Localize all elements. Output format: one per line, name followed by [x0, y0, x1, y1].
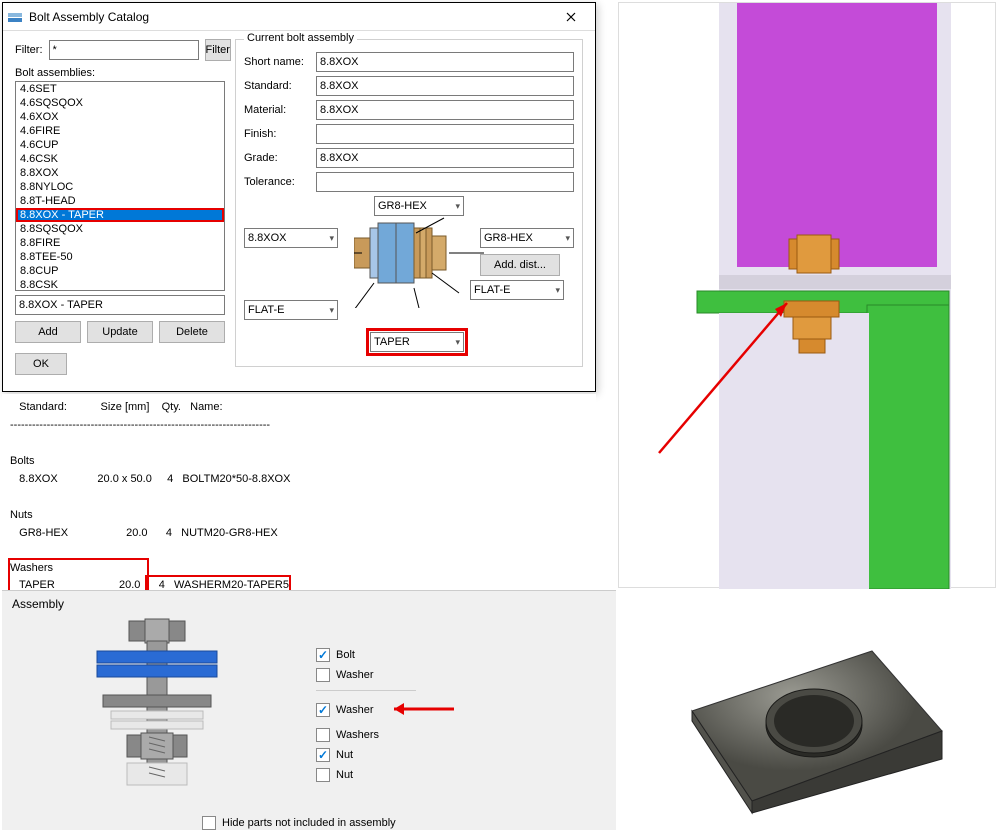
current-bolt-assembly-group: Current bolt assembly Short name: Standa…: [235, 39, 583, 367]
bolt-schematic-icon: [12, 617, 302, 812]
dialog-title: Bolt Assembly Catalog: [29, 10, 551, 24]
close-button[interactable]: [551, 4, 591, 30]
update-button[interactable]: Update: [87, 321, 153, 343]
standard-label: Standard:: [244, 80, 316, 92]
list-item[interactable]: 4.6CUP: [16, 138, 224, 152]
bolt-diagram-icon: [354, 208, 484, 308]
hide-parts-label: Hide parts not included in assembly: [222, 817, 396, 829]
right-washer-combo[interactable]: FLAT-E▾: [470, 280, 564, 300]
assemblies-label: Bolt assemblies:: [15, 67, 225, 79]
list-item[interactable]: 4.6SET: [16, 82, 224, 96]
finish-label: Finish:: [244, 128, 316, 140]
assembly-item-label: Nut: [336, 769, 353, 781]
titlebar: Bolt Assembly Catalog: [3, 3, 595, 31]
material-label: Material:: [244, 104, 316, 116]
grade-input[interactable]: [316, 148, 574, 168]
list-item[interactable]: 8.8XOX: [16, 166, 224, 180]
chevron-down-icon: ▾: [565, 233, 570, 244]
tolerance-label: Tolerance:: [244, 176, 316, 188]
assembly-panel: Assembly: [2, 590, 616, 830]
groupbox-title: Current bolt assembly: [244, 32, 357, 44]
right-nut-combo[interactable]: GR8-HEX▾: [480, 228, 574, 248]
delete-button[interactable]: Delete: [159, 321, 225, 343]
close-icon: [566, 12, 576, 22]
material-input[interactable]: [316, 100, 574, 120]
assembly-check-row: Bolt: [316, 648, 456, 662]
assembly-checkbox[interactable]: [316, 748, 330, 762]
assembly-check-row: Nut: [316, 748, 456, 762]
short-name-input[interactable]: [316, 52, 574, 72]
assembly-checkbox[interactable]: [316, 648, 330, 662]
chevron-down-icon: ▾: [455, 337, 460, 348]
chevron-down-icon: ▾: [329, 233, 334, 244]
red-arrow-icon: [380, 699, 456, 722]
left-washer-combo[interactable]: FLAT-E▾: [244, 300, 338, 320]
ok-button[interactable]: OK: [15, 353, 67, 375]
assembly-item-label: Washer: [336, 669, 374, 681]
finish-input[interactable]: [316, 124, 574, 144]
list-item[interactable]: 8.8CSK: [16, 278, 224, 291]
taper-washer-image: [618, 592, 996, 830]
assembly-check-row: Washer: [316, 699, 456, 722]
assembly-item-label: Nut: [336, 749, 353, 761]
list-item[interactable]: 4.6SQSQOX: [16, 96, 224, 110]
standard-input[interactable]: [316, 76, 574, 96]
app-icon: [7, 9, 23, 25]
list-item[interactable]: 4.6FIRE: [16, 124, 224, 138]
list-item[interactable]: 8.8NYLOC: [16, 180, 224, 194]
filter-input[interactable]: [49, 40, 199, 60]
taper-washer-combo[interactable]: TAPER▾: [370, 332, 464, 352]
list-item[interactable]: 8.8T-HEAD: [16, 194, 224, 208]
list-item[interactable]: 8.8SQSQOX: [16, 222, 224, 236]
add-dist-button[interactable]: Add. dist...: [480, 254, 560, 276]
assemblies-listbox[interactable]: 4.6SET4.6SQSQOX4.6XOX4.6FIRE4.6CUP4.6CSK…: [15, 81, 225, 291]
list-item[interactable]: 8.8CUP: [16, 264, 224, 278]
list-item[interactable]: 8.8FIRE: [16, 236, 224, 250]
chevron-down-icon: ▾: [555, 285, 560, 296]
list-item[interactable]: 8.8TEE-50: [16, 250, 224, 264]
assembly-check-row: Washers: [316, 728, 456, 742]
assembly-item-label: Washer: [336, 704, 374, 716]
tolerance-input[interactable]: [316, 172, 574, 192]
assembly-checkbox[interactable]: [316, 728, 330, 742]
hide-parts-checkbox[interactable]: [202, 816, 216, 830]
assembly-checkbox[interactable]: [316, 668, 330, 682]
model-viewport[interactable]: [618, 2, 996, 588]
grade-label: Grade:: [244, 152, 316, 164]
assembly-check-row: Washer: [316, 668, 456, 682]
list-item[interactable]: 4.6XOX: [16, 110, 224, 124]
assembly-item-label: Washers: [336, 729, 379, 741]
assembly-item-label: Bolt: [336, 649, 355, 661]
list-item[interactable]: 8.8XOX - TAPER: [16, 208, 224, 222]
chevron-down-icon: ▾: [329, 305, 334, 316]
short-name-label: Short name:: [244, 56, 316, 68]
assembly-check-row: Nut: [316, 768, 456, 782]
bolt-assembly-catalog-dialog: Bolt Assembly Catalog Filter: Filter Bol…: [2, 2, 596, 392]
add-button[interactable]: Add: [15, 321, 81, 343]
selected-assembly-input[interactable]: [15, 295, 225, 315]
filter-button[interactable]: Filter: [205, 39, 231, 61]
bolt-type-combo[interactable]: 8.8XOX▾: [244, 228, 338, 248]
assembly-checkbox[interactable]: [316, 768, 330, 782]
washers-title-highlight: Washers TAPER 20.0: [10, 560, 147, 593]
assembly-label: Assembly: [12, 597, 606, 611]
assembly-checkbox[interactable]: [316, 703, 330, 717]
filter-label: Filter:: [15, 44, 43, 56]
list-item[interactable]: 4.6CSK: [16, 152, 224, 166]
bolt-report: Standard: Size [mm] Qty. Name: ---------…: [2, 394, 596, 590]
